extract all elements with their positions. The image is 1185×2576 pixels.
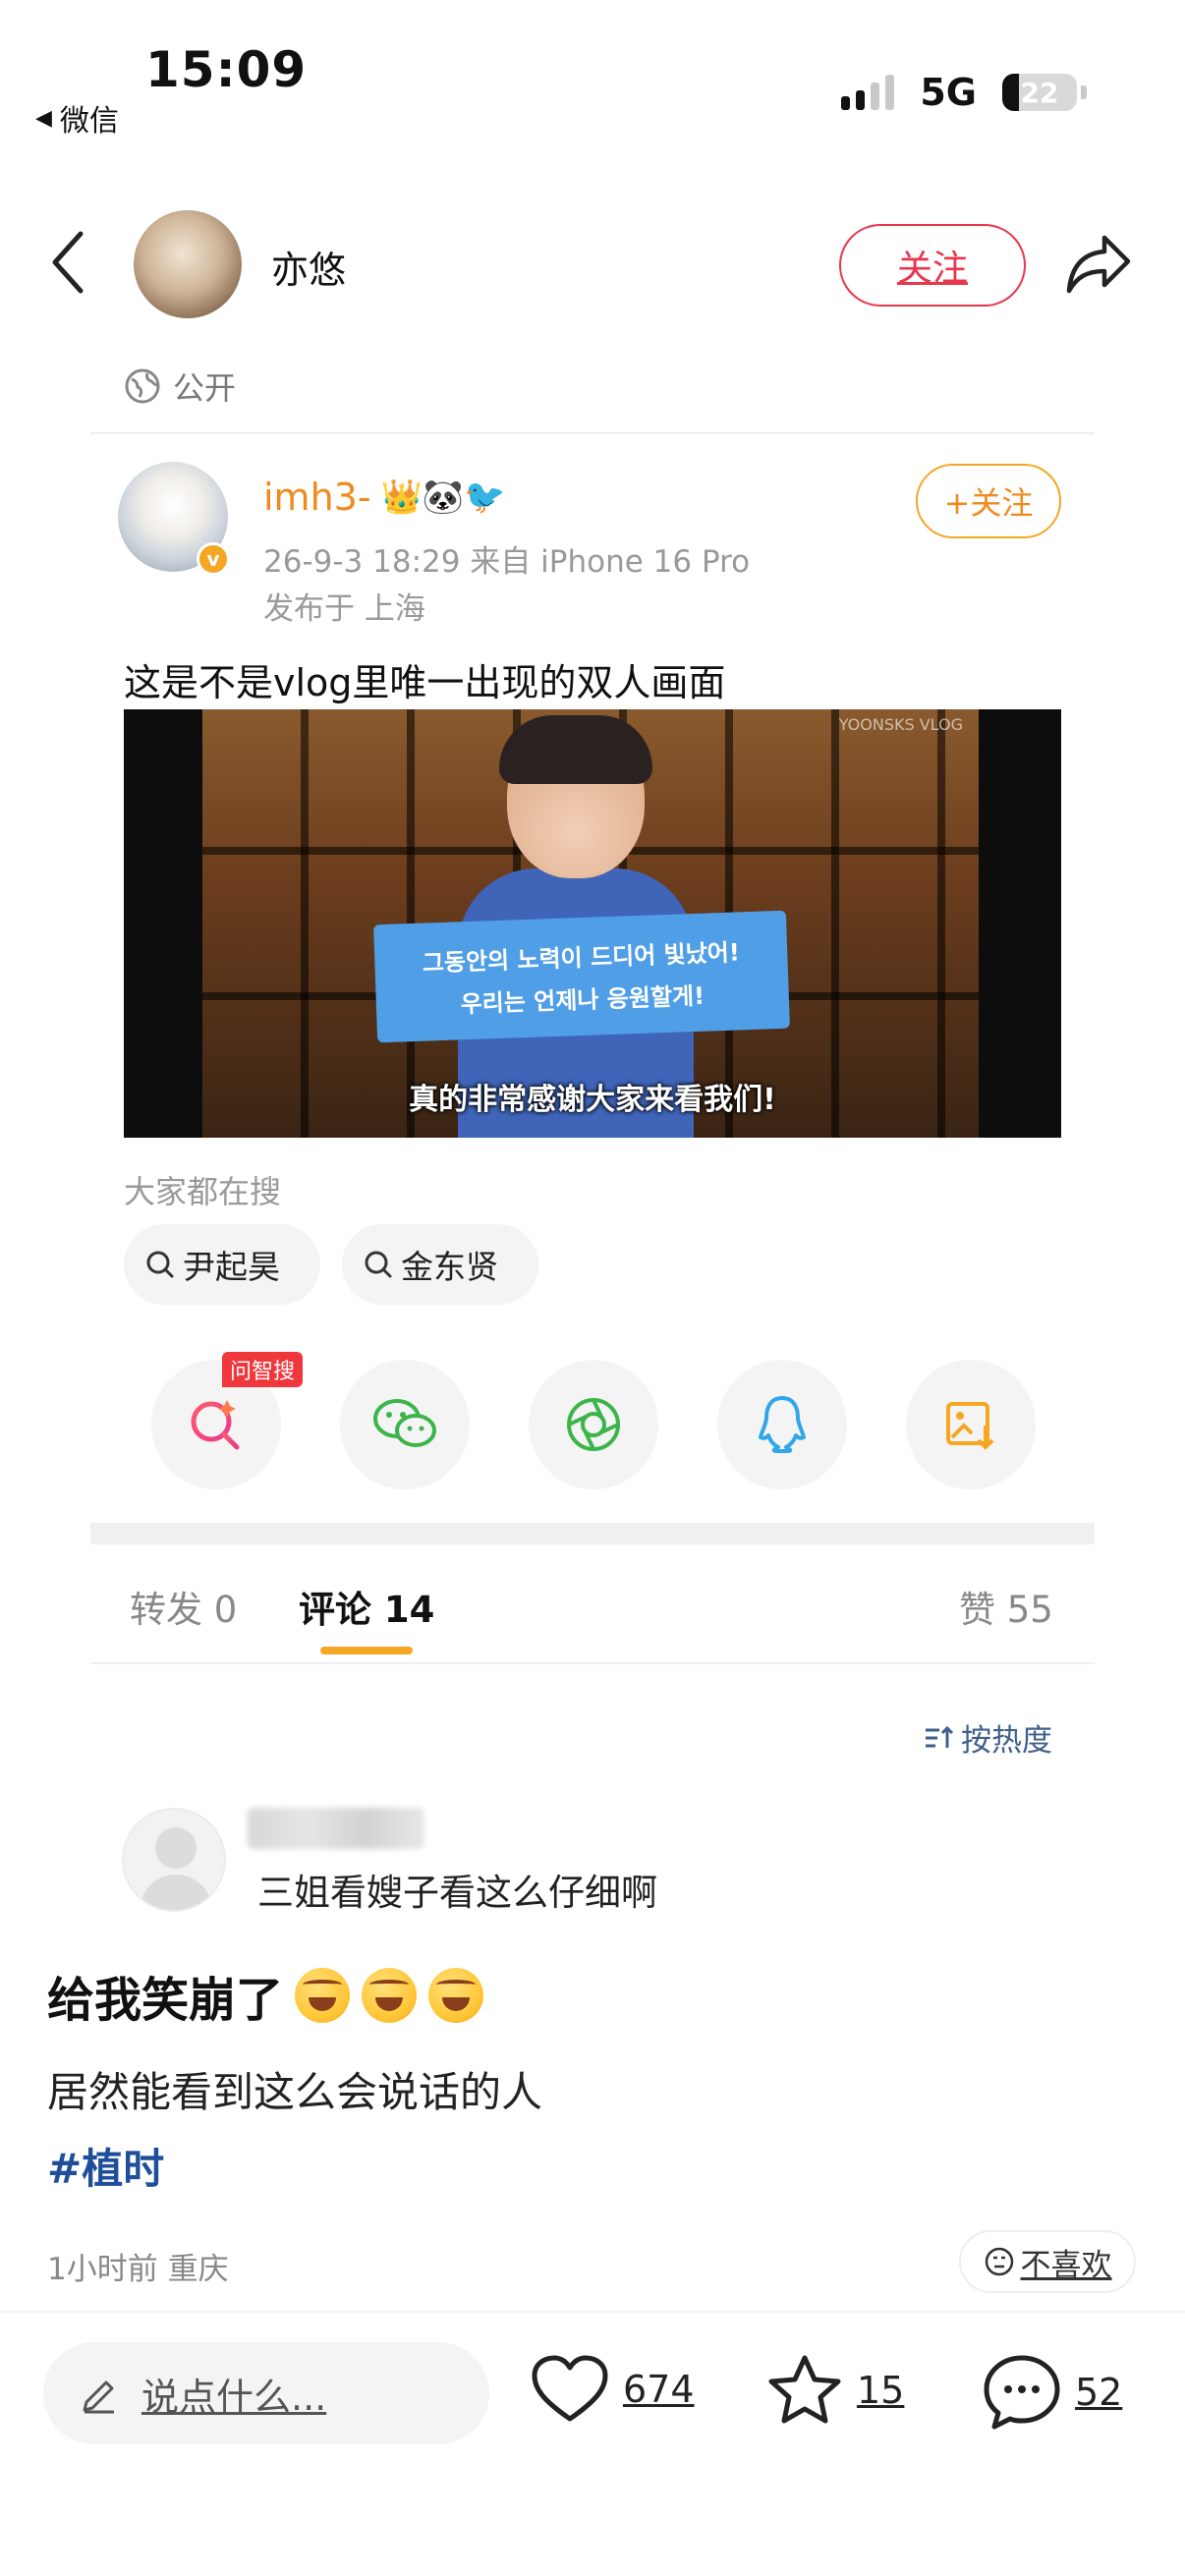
dislike-button[interactable]: 不喜欢 xyxy=(959,2230,1136,2293)
battery-level: 22 xyxy=(1020,76,1059,109)
sort-icon xyxy=(926,1725,954,1748)
rofl-emoji-icon xyxy=(362,1968,418,2023)
search-chip-label: 尹起昊 xyxy=(183,1248,280,1286)
search-icon xyxy=(146,1251,174,1278)
post-time-location: 1小时前 重庆 xyxy=(47,2252,229,2287)
moments-icon xyxy=(567,1398,620,1451)
author-name[interactable]: 亦悠 xyxy=(271,240,346,294)
share-row: 问智搜 xyxy=(151,1352,1036,1489)
video-watermark: YOONSKS VLOG xyxy=(838,715,963,734)
search-chip-label: 金东贤 xyxy=(401,1248,498,1286)
post-location: 发布于 上海 xyxy=(263,591,425,627)
banner-line-1: 그동안의 노력이 드디어 빛났어! xyxy=(422,938,741,978)
trending-search-title: 大家都在搜 xyxy=(124,1173,282,1210)
divider xyxy=(0,2311,1185,2313)
tab-active-indicator xyxy=(320,1647,413,1654)
share-icon[interactable] xyxy=(1065,232,1134,297)
post-hashtag[interactable]: #植时 xyxy=(47,2136,164,2196)
favorite-button[interactable]: 15 xyxy=(766,2354,904,2427)
tab-comment[interactable]: 评论 14 xyxy=(299,1580,434,1633)
network-label: 5G xyxy=(920,71,977,114)
like-button[interactable]: 674 xyxy=(531,2354,695,2425)
search-chip[interactable]: 尹起昊 xyxy=(124,1224,320,1305)
sort-button[interactable]: 按热度 xyxy=(924,1715,1052,1760)
original-poster-name[interactable]: imh3- 👑🐼🐦 xyxy=(263,476,506,519)
pencil-icon xyxy=(83,2380,114,2414)
battery-cap xyxy=(1081,85,1087,99)
verified-badge-icon: v xyxy=(197,542,230,576)
visibility-label: 公开 xyxy=(173,369,237,407)
video-subtitle: 真的非常感谢大家来看我们! xyxy=(409,1083,776,1117)
comment-input[interactable]: 说点什么... xyxy=(43,2342,489,2444)
commenter-name-blurred xyxy=(248,1808,424,1849)
neutral-face-icon xyxy=(985,2247,1013,2276)
share-wechat-button[interactable] xyxy=(340,1360,470,1489)
comment-bubble-icon xyxy=(984,2355,1060,2430)
tab-like[interactable]: 赞 55 xyxy=(959,1580,1053,1633)
signal-icon xyxy=(841,75,895,110)
banner-line-2: 우리는 언제나 응원할게! xyxy=(460,981,705,1019)
back-arrow-icon[interactable] xyxy=(47,228,90,297)
qq-icon xyxy=(759,1396,806,1453)
share-moments-button[interactable] xyxy=(529,1360,658,1489)
sort-label: 按热度 xyxy=(961,1723,1052,1759)
commenter-avatar[interactable] xyxy=(122,1808,226,1912)
save-image-button[interactable] xyxy=(906,1360,1036,1489)
post-body: 居然能看到这么会说话的人 xyxy=(47,2068,543,2116)
divider xyxy=(90,1662,1095,1664)
user-badges-icon: 👑🐼🐦 xyxy=(380,477,506,517)
rofl-emoji-icon xyxy=(428,1968,484,2023)
like-count: 674 xyxy=(623,2368,695,2411)
tab-repost[interactable]: 转发 0 xyxy=(130,1580,237,1633)
back-app-label: 微信 xyxy=(59,104,119,139)
favorite-count: 15 xyxy=(857,2369,905,2412)
post-title-text: 给我笑崩了 xyxy=(47,1973,284,2028)
original-post-text: 这是不是vlog里唯一出现的双人画面 xyxy=(124,661,726,704)
comment-text: 三姐看嫂子看这么仔细啊 xyxy=(257,1872,657,1914)
visibility-indicator: 公开 xyxy=(124,364,236,409)
back-to-app[interactable]: ◀ 微信 xyxy=(35,96,119,140)
ai-search-button[interactable]: 问智搜 xyxy=(151,1352,304,1489)
star-icon xyxy=(768,2355,841,2424)
globe-icon xyxy=(125,368,160,404)
heart-icon xyxy=(532,2355,608,2422)
status-indicators: 5G 22 xyxy=(841,71,1087,114)
original-poster-username: imh3- xyxy=(263,476,371,519)
section-divider xyxy=(90,1523,1095,1544)
fan-banner: 그동안의 노력이 드디어 빛났어! 우리는 언제나 응원할게! xyxy=(373,910,790,1043)
follow-button[interactable]: 关注 xyxy=(839,224,1026,307)
save-image-icon xyxy=(946,1402,994,1450)
battery-icon: 22 xyxy=(1002,74,1077,111)
author-avatar[interactable] xyxy=(134,210,242,318)
search-chip[interactable]: 金东贤 xyxy=(342,1224,538,1305)
dislike-label: 不喜欢 xyxy=(1020,2247,1112,2283)
comment-count: 52 xyxy=(1075,2371,1123,2414)
share-qq-button[interactable] xyxy=(717,1360,847,1489)
back-triangle-icon: ◀ xyxy=(35,105,52,131)
status-time: 15:09 xyxy=(145,41,308,98)
search-icon xyxy=(365,1251,392,1278)
wechat-icon xyxy=(373,1399,436,1447)
video-thumbnail[interactable]: 그동안의 노력이 드디어 빛났어! 우리는 언제나 응원할게! YOONSKS … xyxy=(124,709,1061,1138)
post-meta: 26-9-3 18:29 来自 iPhone 16 Pro xyxy=(263,544,751,580)
comment-input-placeholder: 说点什么... xyxy=(141,2375,327,2419)
post-title: 给我笑崩了 xyxy=(47,1961,484,2030)
rofl-emoji-icon xyxy=(295,1968,351,2023)
comments-button[interactable]: 52 xyxy=(983,2354,1122,2431)
follow-original-button[interactable]: +关注 xyxy=(916,464,1061,538)
ai-search-icon xyxy=(191,1400,240,1450)
ai-badge: 问智搜 xyxy=(222,1352,304,1387)
divider xyxy=(90,432,1095,434)
